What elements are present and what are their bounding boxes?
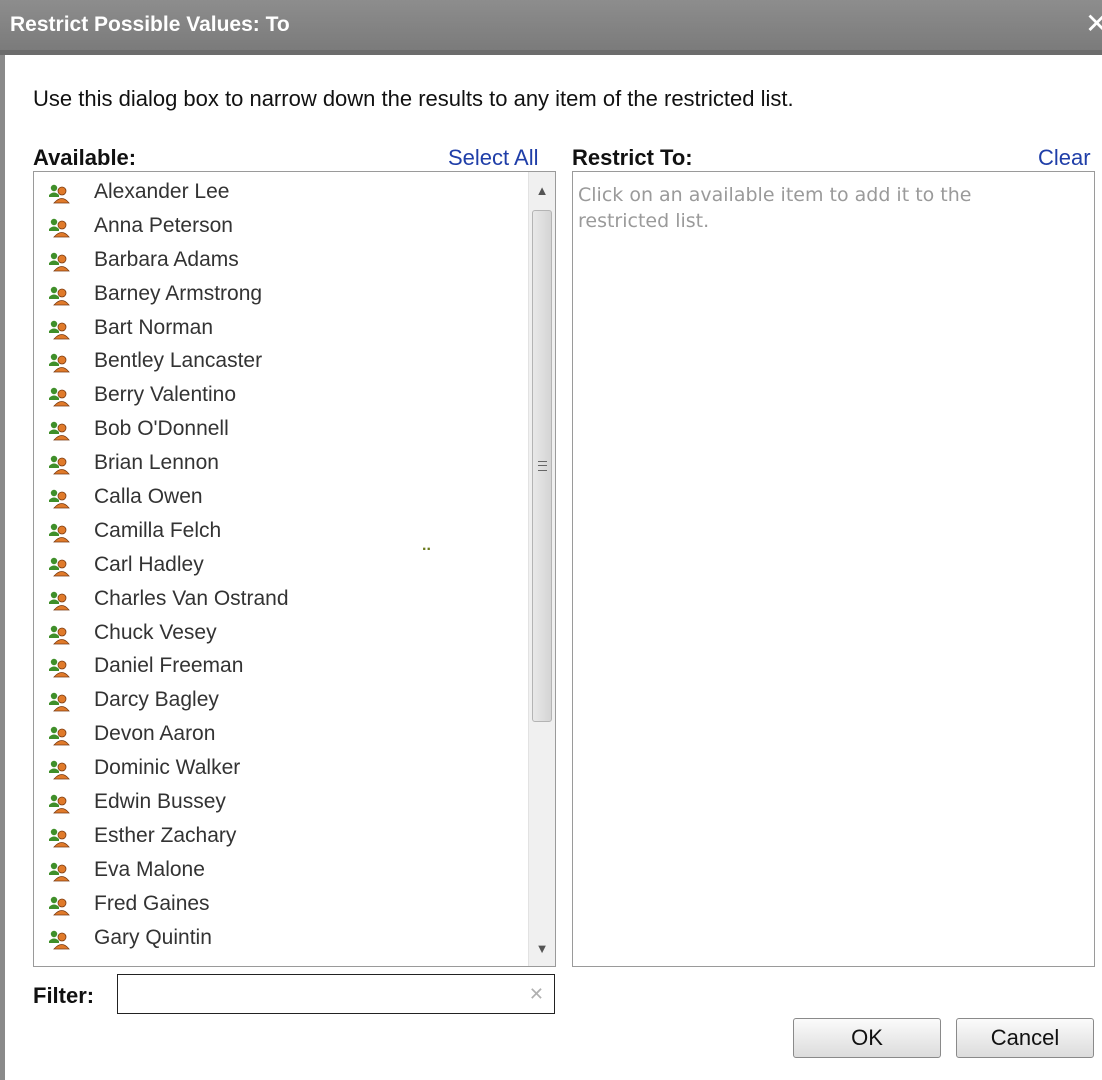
dialog-title: Restrict Possible Values: To bbox=[10, 13, 290, 36]
available-item-label: Fred Gaines bbox=[94, 891, 210, 915]
user-group-icon bbox=[48, 283, 70, 306]
available-item-label: Carl Hadley bbox=[94, 552, 204, 576]
available-scrollbar[interactable]: ▲ ▼ bbox=[528, 172, 555, 966]
available-item-label: Charles Van Ostrand bbox=[94, 586, 289, 610]
restrict-to-label: Restrict To: bbox=[572, 145, 693, 170]
restrict-values-dialog: Restrict Possible Values: To ✕ Use this … bbox=[0, 0, 1102, 1080]
user-group-icon bbox=[48, 350, 70, 373]
available-list-item[interactable]: Darcy Bagley bbox=[34, 683, 524, 717]
available-list-item[interactable]: Esther Zachary bbox=[34, 819, 524, 853]
scroll-down-icon[interactable]: ▼ bbox=[529, 936, 555, 962]
available-item-label: Bart Norman bbox=[94, 315, 214, 339]
scroll-up-icon[interactable]: ▲ bbox=[529, 178, 555, 204]
restrict-hint-text: Click on an available item to add it to … bbox=[578, 184, 972, 232]
user-group-icon bbox=[48, 689, 70, 712]
available-item-label: Chuck Vesey bbox=[94, 620, 217, 644]
available-item-label: Edwin Bussey bbox=[94, 790, 226, 814]
available-item-label: Brian Lennon bbox=[94, 451, 219, 475]
available-list-item[interactable]: Bob O'Donnell bbox=[34, 412, 524, 446]
user-group-icon bbox=[48, 452, 70, 475]
available-list-item[interactable]: Camilla Felch bbox=[34, 514, 524, 548]
user-group-icon bbox=[48, 520, 70, 543]
available-list-item[interactable]: Eva Malone bbox=[34, 853, 524, 887]
available-item-label: Anna Peterson bbox=[94, 213, 233, 237]
user-group-icon bbox=[48, 723, 70, 746]
available-list-item[interactable]: Dominic Walker bbox=[34, 751, 524, 785]
dialog-titlebar[interactable]: Restrict Possible Values: To ✕ bbox=[0, 0, 1102, 55]
user-group-icon bbox=[48, 249, 70, 272]
available-item-label: Gary Quintin bbox=[94, 925, 212, 949]
available-item-label: Bentley Lancaster bbox=[94, 349, 263, 373]
user-group-icon bbox=[48, 859, 70, 882]
available-list-item[interactable]: Brian Lennon bbox=[34, 446, 524, 480]
available-list-item[interactable]: Gary Quintin bbox=[34, 921, 524, 955]
available-item-label: Alexander Lee bbox=[94, 180, 230, 203]
available-list-item[interactable]: Bentley Lancaster bbox=[34, 344, 524, 378]
user-group-icon bbox=[48, 893, 70, 916]
select-all-link[interactable]: Select All bbox=[448, 145, 539, 171]
available-item-label: Daniel Freeman bbox=[94, 654, 244, 678]
available-list-item[interactable]: Daniel Freeman bbox=[34, 649, 524, 683]
clear-link[interactable]: Clear bbox=[1038, 145, 1091, 171]
available-item-label: Barbara Adams bbox=[94, 247, 239, 271]
user-group-icon bbox=[48, 588, 70, 611]
available-list-item[interactable]: Calla Owen bbox=[34, 480, 524, 514]
available-item-label: Dominic Walker bbox=[94, 756, 241, 780]
available-label: Available: bbox=[33, 145, 137, 170]
available-item-label: Calla Owen bbox=[94, 485, 203, 509]
available-item-label: Devon Aaron bbox=[94, 722, 216, 746]
user-group-icon bbox=[48, 181, 70, 204]
user-group-icon bbox=[48, 486, 70, 509]
filter-input[interactable] bbox=[122, 979, 516, 1011]
available-list-item[interactable]: Fred Gaines bbox=[34, 887, 524, 921]
available-list-item[interactable]: Carl Hadley bbox=[34, 548, 524, 582]
available-item-label: Darcy Bagley bbox=[94, 688, 219, 712]
scrollbar-thumb[interactable] bbox=[532, 210, 552, 722]
available-list-item[interactable]: Devon Aaron bbox=[34, 717, 524, 751]
filter-label: Filter: bbox=[33, 983, 95, 1008]
available-list-item[interactable]: Chuck Vesey bbox=[34, 616, 524, 650]
grip-icon bbox=[538, 461, 547, 471]
user-group-icon bbox=[48, 927, 70, 949]
user-group-icon bbox=[48, 791, 70, 814]
restrict-to-list-box[interactable]: Click on an available item to add it to … bbox=[572, 171, 1095, 967]
user-group-icon bbox=[48, 215, 70, 238]
available-item-label: Berry Valentino bbox=[94, 383, 237, 407]
user-group-icon bbox=[48, 622, 70, 644]
user-group-icon bbox=[48, 655, 70, 678]
user-group-icon bbox=[48, 554, 70, 577]
available-list-item[interactable]: Barney Armstrong bbox=[34, 277, 524, 311]
available-item-label: Esther Zachary bbox=[94, 823, 237, 847]
filter-field[interactable]: ✕ bbox=[117, 974, 555, 1014]
available-list-item[interactable]: Anna Peterson bbox=[34, 209, 524, 243]
available-list-item[interactable]: Bart Norman bbox=[34, 311, 524, 345]
available-item-label: Eva Malone bbox=[94, 857, 205, 881]
available-list: Alexander Lee Anna Peterson Barbara Adams B… bbox=[34, 175, 524, 954]
user-group-icon bbox=[48, 757, 70, 780]
cancel-button[interactable]: Cancel bbox=[956, 1018, 1094, 1058]
available-item-label: Barney Armstrong bbox=[94, 281, 263, 305]
available-list-box: Alexander Lee Anna Peterson Barbara Adams B… bbox=[33, 171, 556, 967]
user-group-icon bbox=[48, 825, 70, 848]
available-list-item[interactable]: Edwin Bussey bbox=[34, 785, 524, 819]
clear-filter-icon[interactable]: ✕ bbox=[529, 984, 544, 1005]
loading-indicator: .. bbox=[422, 537, 431, 554]
user-group-icon bbox=[48, 384, 70, 407]
available-item-label: Camilla Felch bbox=[94, 518, 222, 542]
user-group-icon bbox=[48, 418, 70, 441]
available-list-item[interactable]: Berry Valentino bbox=[34, 378, 524, 412]
available-list-item[interactable]: Alexander Lee bbox=[34, 175, 524, 209]
ok-button[interactable]: OK bbox=[793, 1018, 941, 1058]
instructions-text: Use this dialog box to narrow down the r… bbox=[33, 86, 794, 111]
available-list-item[interactable]: Barbara Adams bbox=[34, 243, 524, 277]
available-list-item[interactable]: Charles Van Ostrand bbox=[34, 582, 524, 616]
available-item-label: Bob O'Donnell bbox=[94, 417, 229, 441]
user-group-icon bbox=[48, 317, 70, 339]
close-icon[interactable]: ✕ bbox=[1085, 9, 1102, 39]
